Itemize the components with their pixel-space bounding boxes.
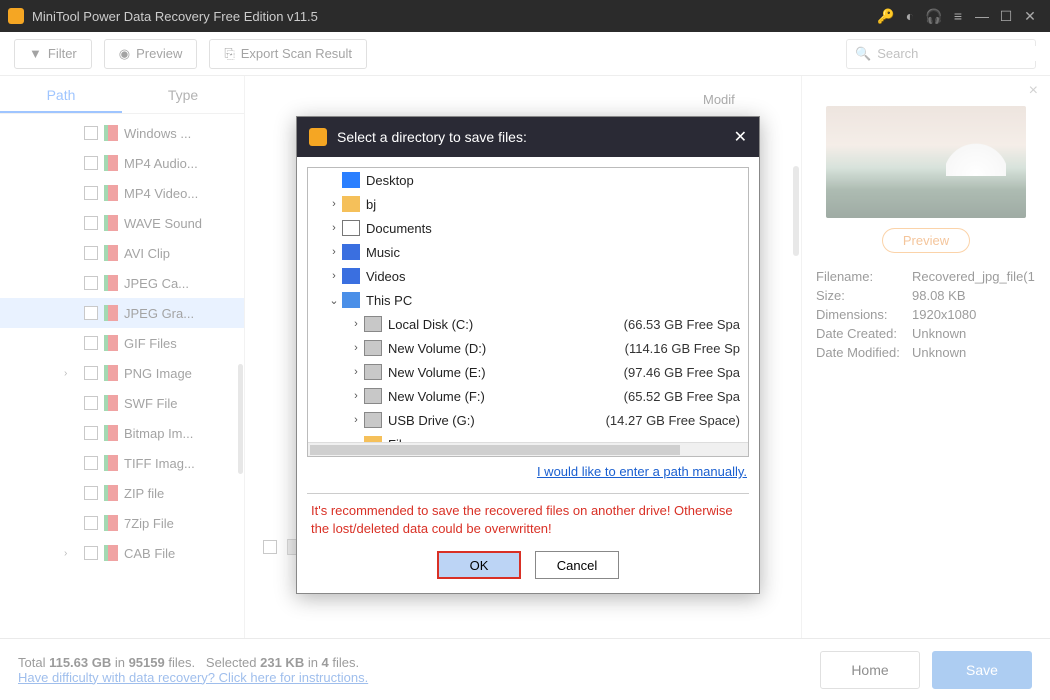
dir-name: New Volume (D:): [388, 341, 625, 356]
close-icon[interactable]: ✕: [1018, 8, 1042, 25]
dialog-close-icon[interactable]: ✕: [734, 127, 747, 147]
drive-icon: [364, 316, 382, 332]
dialog-title: Select a directory to save files:: [337, 129, 527, 145]
expand-icon[interactable]: ›: [326, 198, 342, 210]
video-icon: [342, 268, 360, 284]
dialog-warning: It's recommended to save the recovered f…: [307, 494, 749, 545]
globe-icon[interactable]: ◐: [898, 8, 922, 24]
dir-free: (114.16 GB Free Sp: [625, 341, 740, 356]
dir-row[interactable]: › New Volume (F:)(65.52 GB Free Spa: [308, 384, 748, 408]
expand-icon[interactable]: ›: [348, 318, 364, 330]
dir-name: Music: [366, 245, 740, 260]
expand-icon[interactable]: ⌄: [326, 294, 342, 307]
dir-row[interactable]: › Music: [308, 240, 748, 264]
manual-path-link[interactable]: I would like to enter a path manually.: [537, 464, 747, 479]
dir-name: Videos: [366, 269, 740, 284]
maximize-icon[interactable]: ☐: [994, 8, 1018, 25]
dir-row[interactable]: › Videos: [308, 264, 748, 288]
dir-row[interactable]: Desktop: [308, 168, 748, 192]
expand-icon[interactable]: ›: [348, 342, 364, 354]
dir-name: New Volume (E:): [388, 365, 624, 380]
directory-tree[interactable]: Desktop › bj › Documents › Music › Videos ⌄ This P…: [307, 167, 749, 457]
dir-name: New Volume (F:): [388, 389, 624, 404]
menu-icon[interactable]: ≡: [946, 8, 970, 24]
dialog-cancel-button[interactable]: Cancel: [535, 551, 619, 579]
desktop-icon: [342, 172, 360, 188]
app-title: MiniTool Power Data Recovery Free Editio…: [32, 9, 874, 24]
minimize-icon[interactable]: —: [970, 8, 994, 24]
dir-name: USB Drive (G:): [388, 413, 606, 428]
pc-icon: [342, 292, 360, 308]
dir-name: This PC: [366, 293, 740, 308]
expand-icon[interactable]: ›: [326, 246, 342, 258]
dir-row[interactable]: › Documents: [308, 216, 748, 240]
drive-icon: [364, 388, 382, 404]
dir-free: (14.27 GB Free Space): [606, 413, 740, 428]
doc-icon: [342, 220, 360, 236]
app-logo-icon: [8, 8, 24, 24]
dir-h-scrollbar[interactable]: [308, 442, 748, 456]
dir-row[interactable]: › New Volume (E:)(97.46 GB Free Spa: [308, 360, 748, 384]
dir-free: (65.52 GB Free Spa: [624, 389, 740, 404]
expand-icon[interactable]: ›: [348, 414, 364, 426]
headset-icon[interactable]: 🎧: [922, 8, 946, 25]
dir-name: Local Disk (C:): [388, 317, 624, 332]
dir-row[interactable]: › bj: [308, 192, 748, 216]
dir-free: (66.53 GB Free Spa: [624, 317, 740, 332]
expand-icon[interactable]: ›: [326, 222, 342, 234]
expand-icon[interactable]: ›: [326, 270, 342, 282]
dialog-titlebar: Select a directory to save files: ✕: [297, 117, 759, 157]
expand-icon[interactable]: ›: [348, 366, 364, 378]
dir-row[interactable]: › USB Drive (G:)(14.27 GB Free Space): [308, 408, 748, 432]
dir-row[interactable]: ⌄ This PC: [308, 288, 748, 312]
dialog-icon: [309, 128, 327, 146]
user-icon: [342, 196, 360, 212]
dir-name: Desktop: [366, 173, 740, 188]
license-key-icon[interactable]: 🔑: [874, 8, 898, 25]
dir-free: (97.46 GB Free Spa: [624, 365, 740, 380]
titlebar: MiniTool Power Data Recovery Free Editio…: [0, 0, 1050, 32]
dir-row[interactable]: › Local Disk (C:)(66.53 GB Free Spa: [308, 312, 748, 336]
drive-icon: [364, 340, 382, 356]
expand-icon[interactable]: ›: [348, 390, 364, 402]
dir-name: Documents: [366, 221, 740, 236]
music-icon: [342, 244, 360, 260]
dir-row[interactable]: › New Volume (D:)(114.16 GB Free Sp: [308, 336, 748, 360]
drive-icon: [364, 412, 382, 428]
drive-icon: [364, 364, 382, 380]
save-directory-dialog: Select a directory to save files: ✕ Desk…: [296, 116, 760, 594]
dialog-ok-button[interactable]: OK: [437, 551, 521, 579]
dir-name: bj: [366, 197, 740, 212]
